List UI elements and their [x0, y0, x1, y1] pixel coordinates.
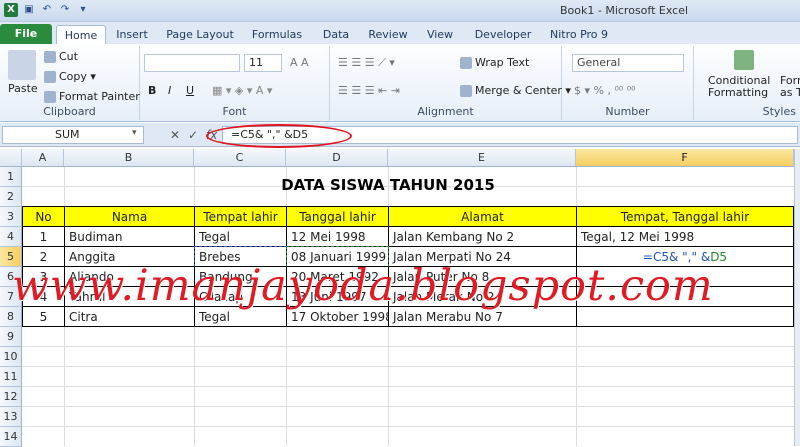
currency-icon[interactable]: $ ▾ % , ⁰⁰ ⁰⁰ — [574, 84, 636, 97]
table-cell[interactable]: Tegal — [194, 226, 287, 247]
font-size-select[interactable]: 11 — [244, 54, 282, 72]
tab-page-layout[interactable]: Page Layout — [162, 25, 238, 44]
excel-logo-icon: X — [4, 3, 18, 17]
styles-group: Conditional Formatting Forma as Tab Styl… — [694, 46, 800, 120]
tab-view[interactable]: View — [422, 25, 458, 44]
row-header-9[interactable]: 9 — [0, 327, 22, 347]
watermark-text: www.imanjayoda.blogspot.com — [12, 261, 714, 311]
header-cell-no[interactable]: No — [22, 206, 65, 227]
column-header-b[interactable]: B — [64, 149, 194, 167]
number-group: General $ ▾ % , ⁰⁰ ⁰⁰ Number — [562, 46, 694, 120]
row-header-1[interactable]: 1 — [0, 167, 22, 187]
font-group: 11 A A B I U ▦ ▾ ◈ ▾ A ▾ Font — [140, 46, 330, 120]
formula-bar: SUM ▾ ✕ ✓ fx =C5& "," &D5 — [0, 123, 800, 147]
brush-icon — [44, 91, 56, 103]
alignment-group: ☰ ☰ ☰ ⟋ ▾ ☰ ☰ ☰ ⇤ ⇥ Wrap Text Merge & Ce… — [330, 46, 571, 120]
number-format-select[interactable]: General — [572, 54, 684, 72]
header-cell-tempat-lahir[interactable]: Tempat lahir — [194, 206, 287, 227]
conditional-formatting-label: Formatting — [708, 86, 769, 99]
sheet-title[interactable]: DATA SISWA TAHUN 2015 — [196, 175, 580, 195]
scissors-icon — [44, 51, 56, 63]
tab-home[interactable]: Home — [56, 25, 106, 44]
format-painter-button[interactable]: Format Painter — [44, 90, 140, 103]
align-left-icon[interactable]: ☰ ☰ ☰ ⇤ ⇥ — [338, 84, 400, 97]
ribbon-tabs: File Home Insert Page Layout Formulas Da… — [0, 22, 800, 44]
title-bar: X ▣ ↶ ↷ ▾ Book1 - Microsoft Excel — [0, 0, 800, 22]
conditional-formatting-icon[interactable] — [734, 50, 754, 70]
merge-center-button[interactable]: Merge & Center ▾ — [460, 84, 571, 97]
customize-qat-icon[interactable]: ▾ — [76, 3, 90, 17]
row-header-13[interactable]: 13 — [0, 407, 22, 427]
redo-icon[interactable]: ↷ — [58, 3, 72, 17]
merge-icon — [460, 85, 472, 97]
paste-button[interactable]: Paste — [8, 82, 38, 95]
underline-button[interactable]: U — [186, 84, 194, 97]
bold-button[interactable]: B — [148, 84, 156, 97]
row-header-10[interactable]: 10 — [0, 347, 22, 367]
formula-highlight-ellipse — [206, 124, 352, 148]
copy-button[interactable]: Copy ▾ — [44, 70, 96, 83]
enter-check-icon[interactable]: ✓ — [188, 128, 198, 142]
quick-access-toolbar: X ▣ ↶ ↷ ▾ — [4, 3, 90, 17]
alignment-group-label: Alignment — [417, 105, 474, 118]
column-header-e[interactable]: E — [388, 149, 576, 167]
tab-developer[interactable]: Developer — [470, 25, 536, 44]
row-header-12[interactable]: 12 — [0, 387, 22, 407]
wrap-text-icon — [460, 57, 472, 69]
undo-icon[interactable]: ↶ — [40, 3, 54, 17]
styles-group-label: Styles — [762, 105, 796, 118]
row-header-3[interactable]: 3 — [0, 207, 22, 227]
column-header-f[interactable]: F — [576, 149, 794, 167]
column-header-c[interactable]: C — [194, 149, 286, 167]
table-cell[interactable]: Jalan Kembang No 2 — [388, 226, 577, 247]
italic-button[interactable]: I — [168, 84, 171, 97]
table-cell[interactable]: 1 — [22, 226, 65, 247]
header-cell-nama[interactable]: Nama — [64, 206, 195, 227]
header-cell-tempat-tanggal-lahir[interactable]: Tempat, Tanggal lahir — [576, 206, 794, 227]
name-box[interactable]: SUM — [2, 126, 144, 144]
save-icon[interactable]: ▣ — [22, 3, 36, 17]
wrap-text-button[interactable]: Wrap Text — [460, 56, 529, 69]
window-title: Book1 - Microsoft Excel — [560, 4, 689, 17]
paste-icon[interactable] — [8, 50, 36, 80]
align-top-icon[interactable]: ☰ ☰ ☰ ⟋ ▾ — [338, 56, 395, 70]
tab-nitro-pro[interactable]: Nitro Pro 9 — [544, 25, 614, 44]
header-cell-alamat[interactable]: Alamat — [388, 206, 577, 227]
cut-button[interactable]: Cut — [44, 50, 78, 63]
header-cell-tanggal-lahir[interactable]: Tanggal lahir — [286, 206, 389, 227]
grow-font-icon[interactable]: A A — [290, 56, 309, 69]
tab-formulas[interactable]: Formulas — [248, 25, 306, 44]
ribbon: Paste Cut Copy ▾ Format Painter Clipboar… — [0, 44, 800, 122]
table-cell[interactable]: Tegal, 12 Mei 1998 — [576, 226, 794, 247]
table-cell[interactable]: Budiman — [64, 226, 195, 247]
tab-data[interactable]: Data — [318, 25, 354, 44]
row-header-14[interactable]: 14 — [0, 427, 22, 447]
font-name-select[interactable] — [144, 54, 240, 72]
cancel-icon[interactable]: ✕ — [170, 128, 180, 142]
column-header-a[interactable]: A — [22, 149, 64, 167]
table-cell[interactable]: 12 Mei 1998 — [286, 226, 389, 247]
row-header-2[interactable]: 2 — [0, 187, 22, 207]
tab-insert[interactable]: Insert — [110, 25, 154, 44]
format-as-table-label: as Tab — [780, 86, 800, 99]
row-header-11[interactable]: 11 — [0, 367, 22, 387]
row-header-4[interactable]: 4 — [0, 227, 22, 247]
clipboard-group: Paste Cut Copy ▾ Format Painter Clipboar… — [0, 46, 140, 120]
tab-review[interactable]: Review — [364, 25, 412, 44]
borders-icon[interactable]: ▦ ▾ ◈ ▾ A ▾ — [212, 84, 272, 97]
clipboard-group-label: Clipboard — [43, 105, 96, 118]
copy-icon — [44, 71, 56, 83]
number-group-label: Number — [605, 105, 650, 118]
select-all-corner[interactable] — [0, 149, 22, 167]
font-group-label: Font — [222, 105, 247, 118]
tab-file[interactable]: File — [0, 24, 52, 44]
column-header-d[interactable]: D — [286, 149, 388, 167]
name-box-dropdown-icon[interactable]: ▾ — [132, 128, 137, 138]
